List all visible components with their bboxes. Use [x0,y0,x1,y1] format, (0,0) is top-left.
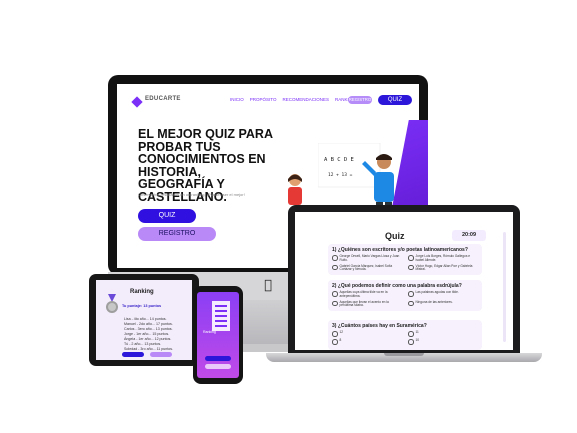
ranking-score: Tu puntaje: 13 puntos [122,304,162,308]
ranking-button-secondary[interactable] [150,352,172,357]
nav-recomendaciones[interactable]: RECOMENDACIONES [282,97,329,102]
nav-registro-button[interactable]: REGISTRO [348,96,372,104]
nav-proposito[interactable]: PROPÓSITO [250,97,277,102]
phone-ranking-graphic [212,301,230,331]
question-2-option-d[interactable]: Ninguna de las anteriores. [408,300,478,309]
medal-icon [106,294,118,313]
question-2-option-a[interactable]: Aquellas cuya última tilde va en la ante… [332,290,402,299]
question-3-option-d[interactable]: 10 [408,338,478,345]
quiz-timer: 20:09 [452,230,486,241]
ranking-button-primary[interactable] [122,352,144,357]
question-2-option-c[interactable]: Aquellas que llevan el acento en la penú… [332,300,402,309]
question-2-option-b[interactable]: Las palabras agudas con tilde. [408,290,478,299]
radio-icon[interactable] [408,255,414,261]
radio-icon[interactable] [408,339,414,345]
question-1-text: 1) ¿Quiénes son escritores y/o poetas la… [332,247,468,253]
nav-quiz-button[interactable]: QUIZ [378,95,412,105]
radio-icon[interactable] [332,300,338,307]
phone-title: Ranking [203,330,216,334]
question-card-3: 3) ¿Cuántos países hay en Suramérica? 12… [328,320,482,350]
radio-icon[interactable] [332,291,338,297]
radio-icon[interactable] [332,255,338,261]
radio-icon[interactable] [332,331,338,337]
quiz-scrollbar[interactable] [503,232,506,342]
radio-icon[interactable] [408,300,414,307]
question-3-option-a[interactable]: 12 [332,330,402,337]
phone-button-primary[interactable] [205,356,231,361]
question-1-option-a[interactable]: George Orwell, Mario Vargas Llosa y Juan… [332,254,402,263]
question-3-text: 3) ¿Cuántos países hay en Suramérica? [332,323,427,329]
question-3-option-c[interactable]: 8 [332,338,402,345]
hero-quiz-button[interactable]: QUIZ [138,209,196,223]
question-2-text: 2) ¿Qué podemos definir como una palabra… [332,283,462,289]
phone-button-secondary[interactable] [205,364,231,369]
hero-subtitle: Observa tus resultados en un ranking, ¡P… [138,192,245,197]
board-letters: A B C D E [324,157,354,163]
student-illustration [288,174,302,205]
nav-inicio[interactable]: INICIO [230,97,244,102]
quiz-title: Quiz [385,231,405,241]
radio-icon[interactable] [332,264,338,271]
radio-icon[interactable] [408,264,414,271]
question-1-option-d[interactable]: Víctor Hugo, Edgar Allan Poe y Gabriela … [408,264,478,273]
site-logo[interactable]: EDUCARTE [145,96,181,102]
question-3-option-b[interactable]: 11 [408,330,478,337]
hero-registro-button[interactable]: REGISTRO [138,227,216,241]
radio-icon[interactable] [408,291,414,297]
site-nav: INICIO PROPÓSITO RECOMENDACIONES RANKING [230,97,355,102]
question-card-1: 1) ¿Quiénes son escritores y/o poetas la… [328,244,482,276]
question-1-option-c[interactable]: Gabriel García Márquez, Isabel Sofía Cor… [332,264,402,273]
apple-logo-icon:  [262,278,274,293]
question-1-option-b[interactable]: Jorge Luis Borges, Rómulo Gallegos e Isa… [408,254,478,263]
ranking-list: Lisa - 4to año... 14 puntos. Manuel - 2d… [124,317,194,352]
board-math: 12 + 13 = [328,172,353,178]
radio-icon[interactable] [408,331,414,337]
radio-icon[interactable] [332,339,338,345]
ranking-title: Ranking [130,289,154,295]
laptop-notch [384,353,424,356]
question-card-2: 2) ¿Qué podemos definir como una palabra… [328,280,482,312]
